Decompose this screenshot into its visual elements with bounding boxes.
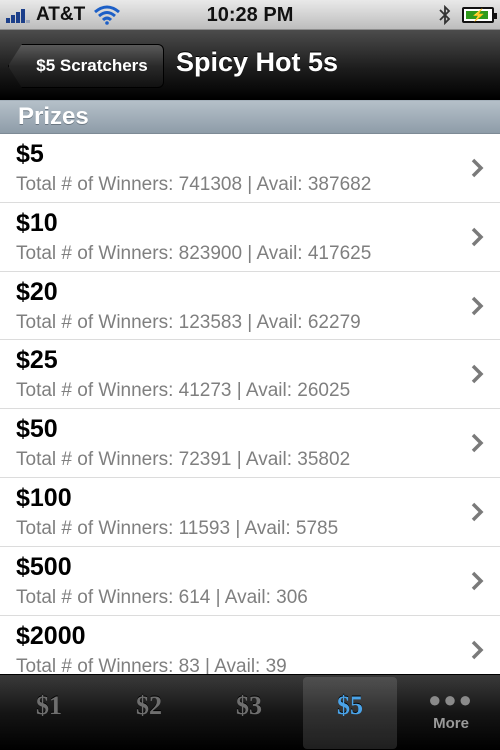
bluetooth-icon (439, 5, 451, 25)
prize-details: Total # of Winners: 614 | Avail: 306 (16, 586, 308, 608)
list-item[interactable]: $20 Total # of Winners: 123583 | Avail: … (0, 271, 500, 341)
prize-details: Total # of Winners: 83 | Avail: 39 (16, 655, 287, 674)
status-time: 10:28 PM (206, 4, 294, 26)
prize-amount: $20 (16, 277, 58, 306)
chevron-right-icon (471, 433, 484, 453)
prize-amount: $25 (16, 346, 58, 375)
navigation-bar: $5 Scratchers Spicy Hot 5s (0, 30, 500, 100)
prize-amount: $100 (16, 483, 72, 512)
chevron-right-icon (471, 571, 484, 591)
tab-label: $2 (136, 691, 162, 720)
tab-1-dollar[interactable]: $1 (2, 677, 96, 749)
tab-label: $5 (337, 691, 363, 720)
tab-label: More (433, 715, 469, 732)
prize-details: Total # of Winners: 741308 | Avail: 3876… (16, 174, 372, 195)
chevron-right-icon (471, 296, 484, 315)
page-title: Spicy Hot 5s (176, 47, 339, 77)
prize-amount: $5 (16, 140, 44, 168)
tab-bar: $1 $2 $3 $5 ●●● More (0, 674, 500, 750)
prize-details: Total # of Winners: 11593 | Avail: 5785 (16, 517, 339, 539)
tab-label: $1 (36, 691, 62, 720)
chevron-right-icon (471, 227, 484, 247)
tab-5-dollar[interactable]: $5 (303, 677, 397, 749)
chevron-right-icon (471, 365, 484, 384)
chevron-right-icon (471, 502, 484, 522)
prize-amount: $2000 (16, 621, 86, 650)
list-item[interactable]: $500 Total # of Winners: 614 | Avail: 30… (0, 546, 500, 616)
prize-details: Total # of Winners: 41273 | Avail: 26025 (16, 380, 351, 402)
list-item[interactable]: $5 Total # of Winners: 741308 | Avail: 3… (0, 134, 500, 203)
prize-list: $5 Total # of Winners: 741308 | Avail: 3… (0, 134, 500, 674)
list-item[interactable]: $50 Total # of Winners: 72391 | Avail: 3… (0, 409, 500, 478)
prize-amount: $500 (16, 552, 72, 581)
chevron-right-icon (471, 640, 484, 659)
prize-amount: $10 (16, 208, 58, 237)
list-item[interactable]: $10 Total # of Winners: 823900 | Avail: … (0, 202, 500, 272)
battery-icon: ⚡ (462, 7, 497, 23)
status-bar: AT&T 10:28 PM ⚡ (0, 0, 500, 30)
prize-details: Total # of Winners: 823900 | Avail: 4176… (16, 242, 372, 264)
status-right: ⚡ (438, 5, 497, 25)
list-item[interactable]: $25 Total # of Winners: 41273 | Avail: 2… (0, 340, 500, 410)
section-header-prizes: Prizes (0, 100, 500, 134)
back-button[interactable]: $5 Scratchers (8, 44, 164, 88)
list-item[interactable]: $2000 Total # of Winners: 83 | Avail: 39 (0, 615, 500, 674)
prize-details: Total # of Winners: 123583 | Avail: 6227… (16, 311, 361, 333)
more-icon: ●●● (428, 687, 474, 712)
tab-label: $3 (236, 691, 262, 720)
tab-3-dollar[interactable]: $3 (202, 677, 296, 749)
tab-more[interactable]: ●●● More (404, 677, 498, 749)
list-item[interactable]: $100 Total # of Winners: 11593 | Avail: … (0, 477, 500, 547)
chevron-right-icon (471, 158, 484, 178)
prize-details: Total # of Winners: 72391 | Avail: 35802 (16, 449, 351, 471)
tab-2-dollar[interactable]: $2 (102, 677, 196, 749)
prize-amount: $50 (16, 415, 58, 444)
